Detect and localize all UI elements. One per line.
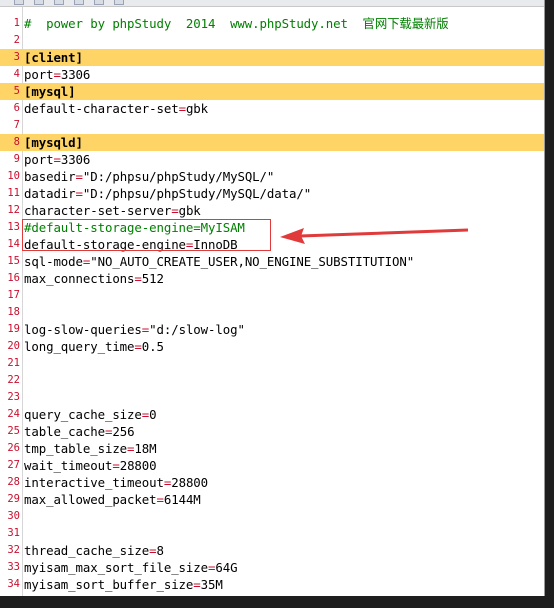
window-bottom-edge	[0, 596, 554, 608]
red-arrow-icon	[280, 228, 469, 244]
arrow-shaft	[299, 228, 469, 238]
text-editor[interactable]: 1 # power by phpStudy 2014 www.phpStudy.n…	[0, 0, 545, 596]
